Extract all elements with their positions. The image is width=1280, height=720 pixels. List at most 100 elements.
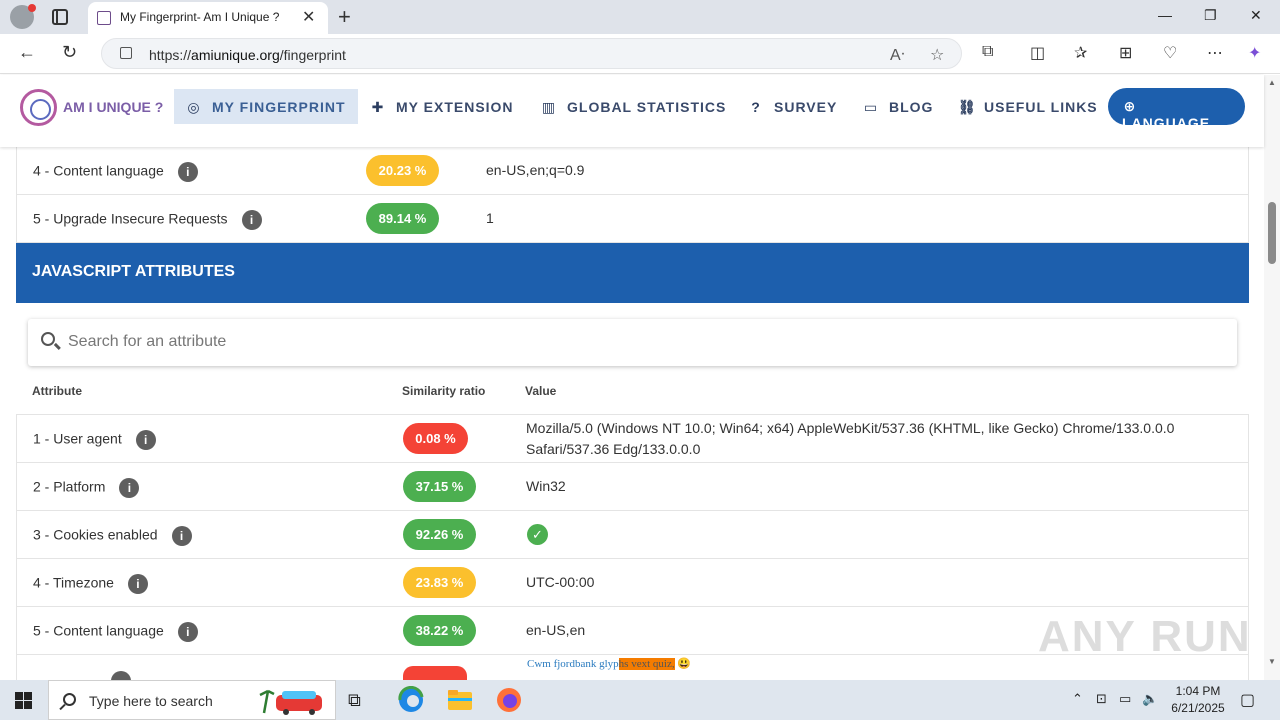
collections-icon[interactable]: ⊞	[1119, 43, 1132, 63]
canvas-text-sample: Cwm fjordbank glyphs vext quiz, 😃	[527, 658, 692, 670]
profile-icon[interactable]	[10, 4, 36, 29]
nav-blog[interactable]: ▭ BLOG	[851, 89, 945, 124]
nav-survey[interactable]: ? SURVEY	[736, 89, 849, 124]
column-header-attribute[interactable]: Attribute	[32, 384, 82, 398]
browser-tab-strip: My Fingerprint- Am I Unique ? ✕ + — ❐ ✕	[0, 0, 1280, 34]
network-icon[interactable]: ▭	[1119, 691, 1131, 707]
favorites-icon[interactable]: ✰	[1074, 43, 1087, 63]
window-close-icon[interactable]: ✕	[1250, 7, 1262, 24]
info-icon[interactable]: i	[171, 526, 192, 546]
similarity-badge: 20.23 %	[366, 155, 439, 186]
help-circle-icon: ?	[751, 99, 761, 115]
attribute-name: 1 - User agent	[33, 430, 122, 447]
partial-info-icon	[111, 671, 131, 680]
attribute-name: 5 - Upgrade Insecure Requests	[33, 210, 228, 227]
restore-icon[interactable]: ❐	[1204, 7, 1217, 24]
system-clock[interactable]: 1:04 PM 6/21/2025	[1160, 683, 1236, 717]
similarity-badge: 38.22 %	[403, 615, 476, 646]
table-header: Attribute Similarity ratio Value	[16, 367, 1249, 415]
split-screen-icon[interactable]: ◫	[1030, 43, 1045, 63]
search-highlight-icon[interactable]	[258, 685, 328, 715]
scroll-down-arrow-icon[interactable]: ▼	[1268, 657, 1276, 666]
similarity-badge: 23.83 %	[403, 567, 476, 598]
new-tab-icon[interactable]: +	[338, 4, 351, 30]
info-icon[interactable]: i	[135, 430, 156, 450]
nav-my-fingerprint[interactable]: ◎ MY FINGERPRINT	[174, 89, 358, 124]
read-aloud-icon[interactable]: Aᐧ	[890, 45, 905, 65]
clock-time: 1:04 PM	[1175, 684, 1221, 698]
file-explorer-icon[interactable]	[446, 686, 474, 714]
info-icon[interactable]: i	[241, 210, 262, 230]
tray-meet-icon[interactable]: ⊡	[1096, 691, 1107, 707]
column-header-value[interactable]: Value	[525, 384, 556, 398]
search-icon	[41, 332, 55, 346]
table-row: 2 - Platform i 37.15 % Win32	[16, 463, 1249, 511]
back-icon[interactable]: ←	[18, 42, 36, 63]
table-row: 4 - Content language i 20.23 % en-US,en;q…	[16, 147, 1249, 195]
attribute-value: 1	[486, 210, 494, 226]
table-row: 4 - Timezone i 23.83 % UTC-00:00	[16, 559, 1249, 607]
browser-tab[interactable]: My Fingerprint- Am I Unique ? ✕	[88, 2, 328, 34]
watermark: ANY RUN	[1038, 612, 1252, 661]
taskbar-search-placeholder: Type here to search	[89, 693, 213, 709]
attribute-name: 2 - Platform	[33, 478, 106, 495]
check-circle-icon: ✓	[527, 524, 548, 545]
search-icon	[63, 693, 76, 706]
browser-essentials-icon[interactable]: ♡	[1163, 43, 1177, 63]
fingerprint-content: 4 - Content language i 20.23 % en-US,en;q…	[16, 147, 1249, 680]
copilot-icon[interactable]: ✦	[1248, 43, 1261, 63]
partial-similarity-badge	[403, 666, 467, 680]
similarity-badge: 92.26 %	[403, 519, 476, 550]
globe-icon: ⊕	[1123, 98, 1137, 114]
info-icon[interactable]: i	[177, 162, 198, 182]
address-bar-row: ← ↻ https://amiunique.org/fingerprint Aᐧ…	[0, 34, 1280, 74]
bar-chart-icon: ▥	[541, 99, 557, 115]
info-icon[interactable]: i	[177, 622, 198, 642]
refresh-icon[interactable]: ↻	[62, 42, 77, 63]
table-row: 5 - Upgrade Insecure Requests i 89.14 % 1	[16, 195, 1249, 243]
attribute-search-input[interactable]	[68, 329, 1218, 355]
task-view-icon[interactable]: ⧉	[348, 690, 376, 718]
attribute-value: UTC-00:00	[526, 574, 595, 590]
attribute-name: 4 - Content language	[33, 162, 164, 179]
table-row: 3 - Cookies enabled i 92.26 % ✓	[16, 511, 1249, 559]
url-text: https://amiunique.org/fingerprint	[149, 47, 346, 63]
taskbar: Type here to search ⧉ ⌃ ⊡ ▭ 🔈 1:04 PM 6/…	[0, 680, 1280, 720]
volume-icon[interactable]: 🔈	[1142, 691, 1158, 707]
blog-icon: ▭	[863, 99, 879, 115]
page-scrollbar[interactable]: ▲ ▼	[1264, 75, 1280, 680]
info-icon[interactable]: i	[127, 574, 148, 594]
logo-fingerprint-icon[interactable]	[20, 89, 57, 126]
site-info-icon[interactable]	[120, 47, 132, 59]
url-field[interactable]: https://amiunique.org/fingerprint Aᐧ ☆	[101, 38, 962, 69]
minimize-icon[interactable]: —	[1158, 7, 1172, 23]
similarity-badge: 0.08 %	[403, 423, 468, 454]
attribute-name: 3 - Cookies enabled	[33, 526, 158, 543]
logo-text[interactable]: AM I UNIQUE ?	[63, 99, 163, 115]
site-header: AM I UNIQUE ? ◎ MY FINGERPRINT ✚ MY EXTENS…	[0, 75, 1264, 147]
nav-global-statistics[interactable]: ▥ GLOBAL STATISTICS	[529, 89, 738, 124]
extensions-icon[interactable]: ⧉	[982, 43, 993, 61]
tab-close-icon[interactable]: ✕	[302, 7, 315, 27]
tray-chevron-icon[interactable]: ⌃	[1072, 691, 1083, 707]
notification-icon[interactable]: ▢	[1240, 690, 1255, 710]
similarity-badge: 37.15 %	[403, 471, 476, 502]
link-icon: ⛓	[958, 99, 977, 115]
tab-actions-icon[interactable]	[52, 9, 68, 25]
nav-my-extension[interactable]: ✚ MY EXTENSION	[358, 89, 526, 124]
nav-useful-links[interactable]: ⛓ USEFUL LINKS	[946, 89, 1110, 124]
tab-favicon-icon	[97, 11, 111, 25]
scroll-thumb[interactable]	[1268, 202, 1276, 264]
tab-title: My Fingerprint- Am I Unique ?	[120, 10, 280, 24]
more-menu-icon[interactable]: ⋯	[1207, 43, 1223, 63]
firefox-icon[interactable]	[495, 686, 523, 714]
column-header-similarity[interactable]: Similarity ratio	[402, 384, 485, 398]
favorite-star-icon[interactable]: ☆	[930, 45, 944, 65]
edge-browser-icon[interactable]	[397, 686, 425, 714]
puzzle-icon: ✚	[371, 99, 385, 115]
windows-start-icon[interactable]	[15, 692, 32, 709]
scroll-up-arrow-icon[interactable]: ▲	[1268, 78, 1276, 87]
attribute-name: 4 - Timezone	[33, 574, 114, 591]
language-button[interactable]: ⊕LANGUAGE	[1108, 88, 1245, 131]
info-icon[interactable]: i	[119, 478, 140, 498]
